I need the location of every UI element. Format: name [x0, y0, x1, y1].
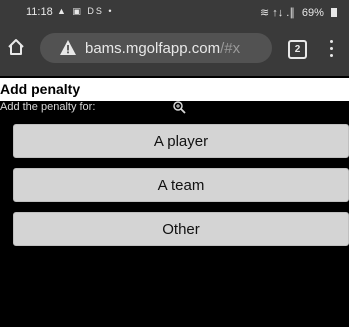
- battery-percent: 69%: [301, 7, 324, 19]
- battery-icon: [331, 8, 337, 17]
- penalty-prompt: Add the penalty for:: [0, 101, 96, 113]
- status-right: ≋ ↑↓ .∥ 69%: [256, 6, 337, 19]
- home-icon[interactable]: [6, 37, 26, 57]
- magnifier-icon: [173, 101, 186, 114]
- a-team-button[interactable]: A team: [13, 168, 349, 202]
- page-header: Add penalty: [0, 78, 349, 101]
- a-player-button[interactable]: A player: [13, 124, 349, 158]
- status-bar: 11:18 ▲ ▣ DS • ≋ ↑↓ .∥ 69%: [0, 0, 349, 24]
- url-suffix: /#x: [220, 40, 241, 57]
- more-options-icon[interactable]: [330, 40, 334, 58]
- address-bar[interactable]: bams.mgolfapp.com/#x: [40, 33, 272, 63]
- not-secure-warning-icon[interactable]: [59, 39, 77, 56]
- url-text[interactable]: bams.mgolfapp.com/#x: [85, 40, 240, 57]
- signal-icon: ≋ ↑↓ .∥: [259, 7, 295, 19]
- browser-toolbar: bams.mgolfapp.com/#x 2: [0, 24, 349, 76]
- tab-switcher-button[interactable]: 2: [288, 40, 307, 59]
- url-host: bams.mgolfapp.com: [85, 40, 221, 57]
- other-button[interactable]: Other: [13, 212, 349, 246]
- notification-icons: ▲ ▣ DS •: [57, 6, 114, 16]
- status-time: 11:18: [26, 6, 53, 18]
- page-title: Add penalty: [0, 81, 81, 97]
